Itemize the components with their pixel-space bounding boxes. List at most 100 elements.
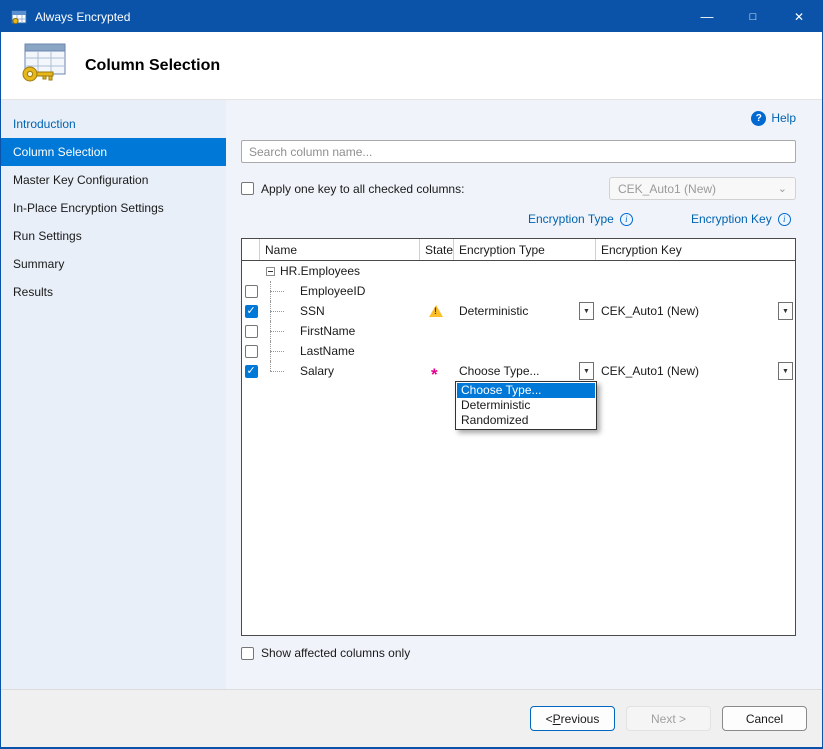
close-button[interactable]: ✕ — [776, 1, 822, 32]
state-cell — [420, 301, 454, 321]
encryption-key-cell — [596, 321, 795, 341]
tree-line — [270, 331, 284, 332]
sidebar-item-master-key-configuration[interactable]: Master Key Configuration — [1, 166, 226, 194]
required-asterisk: * — [431, 365, 438, 385]
group-name-cell: HR.Employees — [260, 261, 795, 281]
maximize-button[interactable]: □ — [730, 1, 776, 32]
chevron-down-icon: ⌄ — [778, 184, 787, 194]
wizard-steps-sidebar: Introduction Column Selection Master Key… — [1, 100, 226, 689]
table-header: Name State Encryption Type Encryption Ke… — [242, 239, 795, 261]
encryption-key-link[interactable]: Encryption Key i — [691, 212, 791, 226]
page-title: Column Selection — [85, 57, 220, 75]
tree-line — [270, 311, 284, 312]
row-check-cell — [242, 361, 260, 381]
show-affected-label: Show affected columns only — [261, 646, 410, 660]
show-affected-checkbox[interactable] — [241, 647, 254, 660]
table-row-lastname: LastName — [242, 341, 795, 361]
always-encrypted-window: Always Encrypted — □ ✕ Column Selec — [0, 0, 823, 749]
column-name: FirstName — [300, 324, 355, 338]
help-label: Help — [771, 111, 796, 125]
apply-key-dropdown[interactable]: CEK_Auto1 (New) ⌄ — [609, 177, 796, 200]
state-cell — [420, 281, 454, 301]
column-name: LastName — [300, 344, 355, 358]
encryption-type-link-label: Encryption Type — [528, 212, 614, 226]
encryption-type-value: Choose Type... — [459, 364, 579, 378]
row-name-cell: EmployeeID — [260, 281, 420, 301]
sidebar-item-introduction[interactable]: Introduction — [1, 110, 226, 138]
state-cell — [420, 341, 454, 361]
tree-line — [270, 291, 284, 292]
encryption-type-combo[interactable]: Deterministic ▼ — [454, 301, 596, 321]
row-check-cell — [242, 301, 260, 321]
group-check-cell — [242, 261, 260, 281]
apply-key-label: Apply one key to all checked columns: — [261, 182, 464, 196]
info-icon[interactable]: i — [778, 213, 791, 226]
tree-line — [270, 371, 284, 372]
column-links-row: Encryption Type i Encryption Key i — [241, 212, 796, 230]
window-controls: — □ ✕ — [684, 1, 822, 32]
encryption-type-cell — [454, 341, 596, 361]
row-checkbox[interactable] — [245, 305, 258, 318]
encryption-key-value: CEK_Auto1 (New) — [601, 304, 778, 318]
sidebar-item-in-place-encryption-settings[interactable]: In-Place Encryption Settings — [1, 194, 226, 222]
tree-line — [270, 361, 271, 371]
row-checkbox[interactable] — [245, 365, 258, 378]
search-input[interactable] — [241, 140, 796, 163]
dropdown-arrow-icon: ▼ — [778, 302, 793, 320]
header-encryption-type: Encryption Type — [454, 239, 596, 260]
table-row-employeeid: EmployeeID — [242, 281, 795, 301]
row-name-cell: SSN — [260, 301, 420, 321]
warning-icon — [429, 305, 443, 317]
encryption-key-combo[interactable]: CEK_Auto1 (New) ▼ — [596, 301, 795, 321]
encryption-key-cell — [596, 281, 795, 301]
encryption-type-link[interactable]: Encryption Type i — [528, 212, 633, 226]
encryption-type-dropdown-list: Choose Type... Deterministic Randomized — [455, 381, 597, 430]
minimize-button[interactable]: — — [684, 1, 730, 32]
encryption-type-cell — [454, 321, 596, 341]
header-checkbox-column — [242, 239, 260, 260]
apply-key-value: CEK_Auto1 (New) — [618, 182, 716, 196]
tree-collapse-icon[interactable] — [266, 267, 275, 276]
header-encryption-key: Encryption Key — [596, 239, 795, 260]
apply-key-checkbox[interactable] — [241, 182, 254, 195]
sidebar-item-run-settings[interactable]: Run Settings — [1, 222, 226, 250]
app-icon — [11, 9, 27, 25]
row-name-cell: Salary — [260, 361, 420, 381]
dropdown-option-deterministic[interactable]: Deterministic — [457, 398, 595, 413]
titlebar: Always Encrypted — □ ✕ — [1, 1, 822, 32]
column-selection-icon — [17, 41, 69, 90]
wizard-header: Column Selection — [1, 32, 822, 100]
sidebar-item-results[interactable]: Results — [1, 278, 226, 306]
dropdown-option-randomized[interactable]: Randomized — [457, 413, 595, 428]
sidebar-item-column-selection[interactable]: Column Selection — [1, 138, 226, 166]
dropdown-option-choose-type[interactable]: Choose Type... — [457, 383, 595, 398]
encryption-type-combo[interactable]: Choose Type... ▼ — [454, 361, 596, 381]
previous-button-rest: revious — [561, 712, 600, 726]
row-checkbox[interactable] — [245, 325, 258, 338]
sidebar-item-summary[interactable]: Summary — [1, 250, 226, 278]
encryption-type-value: Deterministic — [459, 304, 579, 318]
row-check-cell — [242, 321, 260, 341]
column-name: Salary — [300, 364, 334, 378]
main-content: ? Help Apply one key to all checked colu… — [226, 100, 822, 689]
info-icon[interactable]: i — [620, 213, 633, 226]
previous-button-prefix: < — [546, 712, 553, 726]
column-name: SSN — [300, 304, 325, 318]
previous-button-accesskey: P — [553, 712, 561, 726]
row-checkbox[interactable] — [245, 285, 258, 298]
dropdown-arrow-icon: ▼ — [778, 362, 793, 380]
show-affected-row: Show affected columns only — [241, 646, 796, 660]
encryption-key-link-label: Encryption Key — [691, 212, 772, 226]
table-group-row: HR.Employees — [242, 261, 795, 281]
table-row-salary: Salary * Choose Type... ▼ CEK_Auto1 (New… — [242, 361, 795, 381]
dropdown-arrow-icon: ▼ — [579, 362, 594, 380]
cancel-button[interactable]: Cancel — [722, 706, 807, 731]
row-checkbox[interactable] — [245, 345, 258, 358]
previous-button[interactable]: < Previous — [530, 706, 615, 731]
encryption-key-cell — [596, 341, 795, 361]
header-name: Name — [260, 239, 420, 260]
encryption-type-cell — [454, 281, 596, 301]
row-name-cell: FirstName — [260, 321, 420, 341]
encryption-key-combo[interactable]: CEK_Auto1 (New) ▼ — [596, 361, 795, 381]
help-link[interactable]: ? Help — [751, 111, 796, 126]
